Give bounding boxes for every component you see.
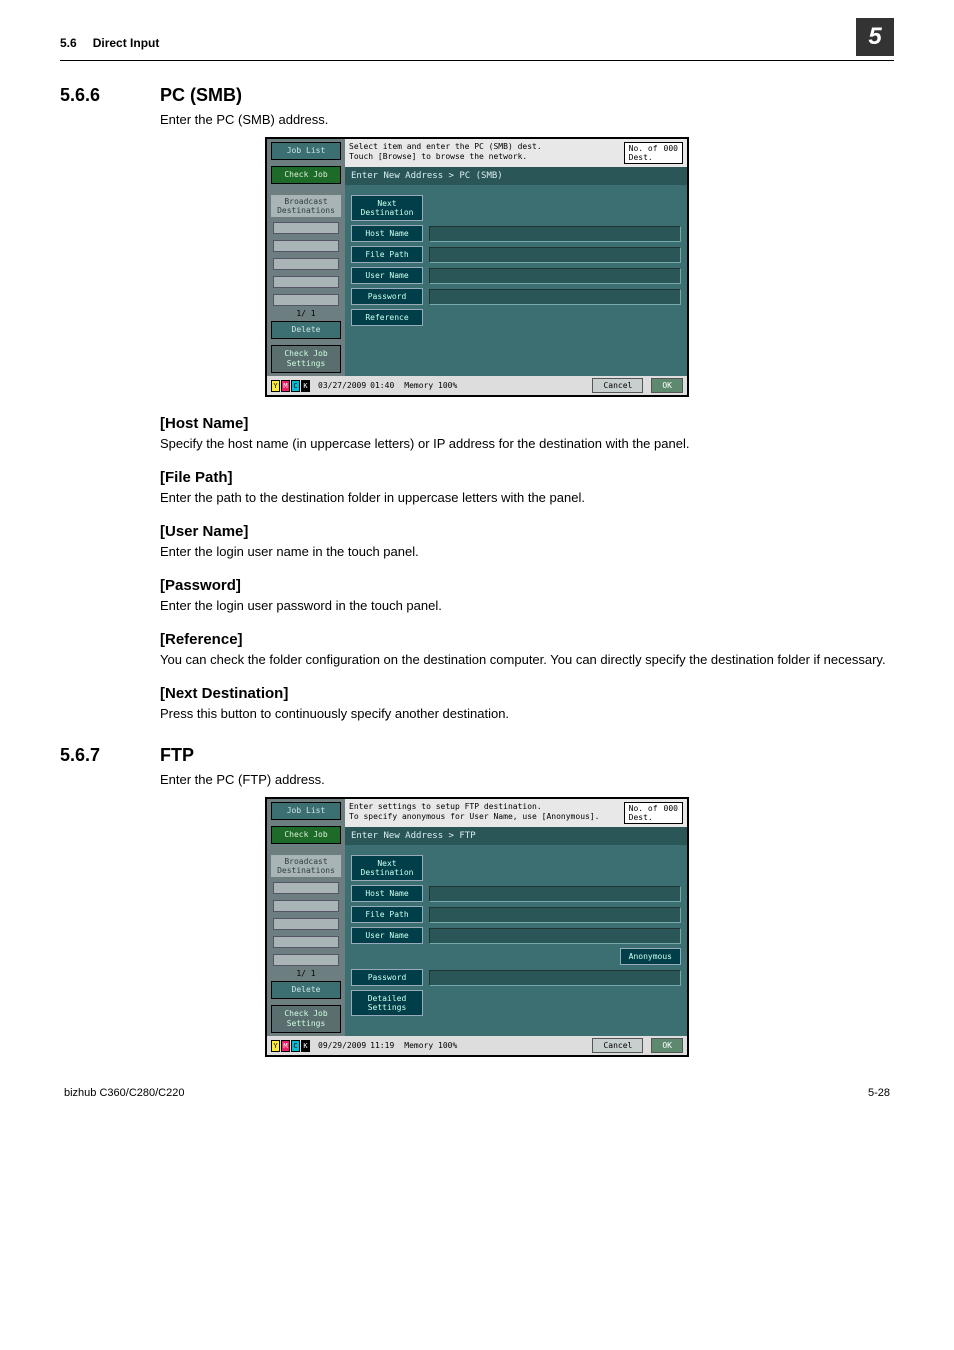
- user-name-button[interactable]: User Name: [351, 267, 423, 284]
- user-name-value: [429, 928, 681, 944]
- status-date: 09/29/2009: [318, 1041, 366, 1050]
- host-name-value: [429, 226, 681, 242]
- list-slot: [273, 294, 339, 306]
- sub-file-text: Enter the path to the destination folder…: [160, 490, 894, 505]
- cancel-button[interactable]: Cancel: [592, 378, 643, 393]
- list-slot: [273, 276, 339, 288]
- list-slot: [273, 918, 339, 930]
- list-slot: [273, 258, 339, 270]
- ok-button[interactable]: OK: [651, 1038, 683, 1053]
- check-settings-button[interactable]: Check Job Settings: [271, 1005, 341, 1033]
- ftp-screenshot: Job List Check Job Broadcast Destination…: [60, 797, 894, 1057]
- memory-label: Memory: [404, 1041, 433, 1050]
- section-title: PC (SMB): [160, 85, 242, 106]
- status-date: 03/27/2009: [318, 381, 366, 390]
- host-name-button[interactable]: Host Name: [351, 225, 423, 242]
- page-footer: bizhub C360/C280/C220 5-28: [60, 1087, 894, 1099]
- pager: 1/ 1: [267, 309, 345, 318]
- memory-label: Memory: [404, 381, 433, 390]
- file-path-button[interactable]: File Path: [351, 906, 423, 923]
- section-number: 5.6.6: [60, 85, 160, 106]
- section-5-6-6: 5.6.6 PC (SMB): [60, 85, 894, 106]
- password-button[interactable]: Password: [351, 969, 423, 986]
- section-intro: Enter the PC (SMB) address.: [160, 112, 894, 127]
- list-slot: [273, 954, 339, 966]
- sub-password: [Password]: [160, 577, 894, 594]
- sub-next-destination: [Next Destination]: [160, 685, 894, 702]
- host-name-button[interactable]: Host Name: [351, 885, 423, 902]
- section-5-6-7: 5.6.7 FTP: [60, 745, 894, 766]
- memory-value: 100%: [438, 381, 457, 390]
- delete-button[interactable]: Delete: [271, 981, 341, 999]
- section-title: FTP: [160, 745, 194, 766]
- status-time: 11:19: [370, 1041, 394, 1050]
- detailed-settings-button[interactable]: Detailed Settings: [351, 990, 423, 1016]
- job-list-button[interactable]: Job List: [271, 142, 341, 160]
- next-destination-button[interactable]: Next Destination: [351, 195, 423, 221]
- user-name-button[interactable]: User Name: [351, 927, 423, 944]
- next-destination-button[interactable]: Next Destination: [351, 855, 423, 881]
- dest-count-label: No. of Dest.: [629, 144, 658, 162]
- host-name-value: [429, 886, 681, 902]
- footer-page: 5-28: [868, 1087, 890, 1099]
- sub-user-text: Enter the login user name in the touch p…: [160, 544, 894, 559]
- list-slot: [273, 900, 339, 912]
- delete-button[interactable]: Delete: [271, 321, 341, 339]
- sub-host-name: [Host Name]: [160, 415, 894, 432]
- instruction-text: Select item and enter the PC (SMB) dest.…: [349, 142, 618, 164]
- section-number: 5.6.7: [60, 745, 160, 766]
- reference-button[interactable]: Reference: [351, 309, 423, 326]
- file-path-value: [429, 247, 681, 263]
- cancel-button[interactable]: Cancel: [592, 1038, 643, 1053]
- job-list-button[interactable]: Job List: [271, 802, 341, 820]
- check-settings-button[interactable]: Check Job Settings: [271, 345, 341, 373]
- password-value: [429, 289, 681, 305]
- instruction-text: Enter settings to setup FTP destination.…: [349, 802, 618, 824]
- sub-reference: [Reference]: [160, 631, 894, 648]
- file-path-value: [429, 907, 681, 923]
- pager: 1/ 1: [267, 969, 345, 978]
- user-name-value: [429, 268, 681, 284]
- check-job-button[interactable]: Check Job: [271, 826, 341, 844]
- list-slot: [273, 240, 339, 252]
- password-value: [429, 970, 681, 986]
- sub-user-name: [User Name]: [160, 523, 894, 540]
- dest-count: 000: [664, 144, 678, 162]
- breadcrumb: Enter New Address > FTP: [345, 827, 687, 845]
- toner-indicator: YMCK: [271, 1040, 310, 1052]
- footer-model: bizhub C360/C280/C220: [64, 1087, 184, 1099]
- file-path-button[interactable]: File Path: [351, 246, 423, 263]
- list-slot: [273, 222, 339, 234]
- status-time: 01:40: [370, 381, 394, 390]
- broadcast-label: Broadcast Destinations: [271, 855, 341, 877]
- header-section-num: 5.6: [60, 36, 77, 50]
- password-button[interactable]: Password: [351, 288, 423, 305]
- toner-indicator: YMCK: [271, 380, 310, 392]
- sub-pass-text: Enter the login user password in the tou…: [160, 598, 894, 613]
- page-header: 5.6 Direct Input 5: [60, 30, 894, 61]
- sub-host-text: Specify the host name (in uppercase lett…: [160, 436, 894, 451]
- smb-screenshot: Job List Check Job Broadcast Destination…: [60, 137, 894, 397]
- sub-ref-text: You can check the folder configuration o…: [160, 652, 894, 667]
- section-intro: Enter the PC (FTP) address.: [160, 772, 894, 787]
- broadcast-label: Broadcast Destinations: [271, 195, 341, 217]
- list-slot: [273, 882, 339, 894]
- memory-value: 100%: [438, 1041, 457, 1050]
- anonymous-button[interactable]: Anonymous: [620, 948, 681, 965]
- header-section-title: Direct Input: [93, 36, 856, 50]
- dest-count-label: No. of Dest.: [629, 804, 658, 822]
- dest-count: 000: [664, 804, 678, 822]
- sub-next-text: Press this button to continuously specif…: [160, 706, 894, 721]
- sub-file-path: [File Path]: [160, 469, 894, 486]
- check-job-button[interactable]: Check Job: [271, 166, 341, 184]
- ok-button[interactable]: OK: [651, 378, 683, 393]
- chapter-number: 5: [856, 18, 894, 56]
- list-slot: [273, 936, 339, 948]
- breadcrumb: Enter New Address > PC (SMB): [345, 167, 687, 185]
